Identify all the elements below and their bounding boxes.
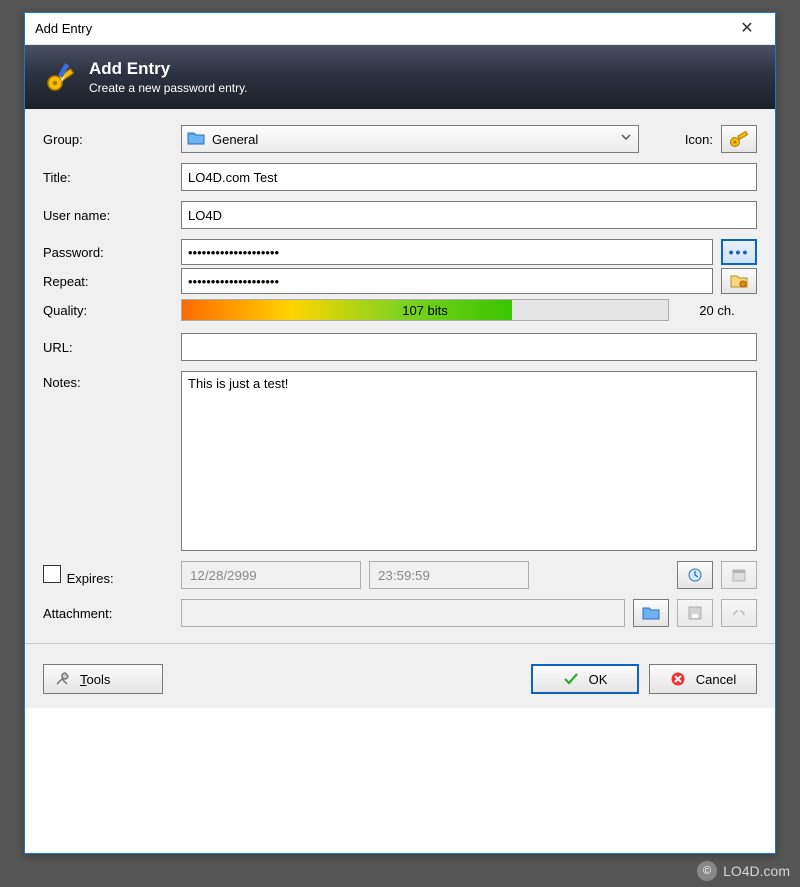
ok-button[interactable]: OK	[531, 664, 639, 694]
header-band: Add Entry Create a new password entry.	[25, 45, 775, 109]
notes-label: Notes:	[43, 371, 173, 390]
generate-password-button[interactable]	[721, 268, 757, 294]
expires-checkbox[interactable]	[43, 565, 61, 583]
attach-save-button	[677, 599, 713, 627]
tools-button[interactable]: Tools	[43, 664, 163, 694]
disk-icon	[687, 605, 703, 621]
notes-textarea[interactable]	[181, 371, 757, 551]
quality-label: Quality:	[43, 303, 173, 318]
key-icon	[729, 130, 749, 148]
attachment-input[interactable]	[181, 599, 625, 627]
watermark: © LO4D.com	[697, 861, 790, 881]
title-label: Title:	[43, 170, 173, 185]
divider	[25, 643, 775, 644]
toggle-password-button[interactable]: •••	[721, 239, 757, 265]
close-icon[interactable]: ✕	[727, 13, 767, 45]
calendar-button	[721, 561, 757, 589]
quality-bar: 107 bits	[181, 299, 669, 321]
calendar-icon	[731, 567, 747, 583]
cancel-icon	[670, 671, 686, 687]
folder-gear-icon	[730, 273, 748, 289]
cancel-button[interactable]: Cancel	[649, 664, 757, 694]
char-count: 20 ch.	[677, 303, 757, 318]
url-input[interactable]	[181, 333, 757, 361]
clock-preset-button[interactable]	[677, 561, 713, 589]
expires-date-input[interactable]	[181, 561, 361, 589]
footer: Tools OK Cancel	[25, 654, 775, 708]
icon-label: Icon:	[665, 132, 713, 147]
title-input[interactable]	[181, 163, 757, 191]
window-title: Add Entry	[35, 21, 727, 36]
url-label: URL:	[43, 340, 173, 355]
username-input[interactable]	[181, 201, 757, 229]
expires-time-input[interactable]	[369, 561, 529, 589]
check-icon	[563, 671, 579, 687]
link-remove-icon	[731, 605, 747, 621]
form-body: Group: General Icon:	[25, 109, 775, 654]
dots-icon: •••	[729, 244, 750, 260]
repeat-label: Repeat:	[43, 274, 173, 289]
folder-open-icon	[642, 605, 660, 621]
repeat-input[interactable]	[181, 268, 713, 294]
quality-text: 107 bits	[182, 303, 668, 318]
group-select[interactable]: General	[181, 125, 639, 153]
header-subtitle: Create a new password entry.	[89, 81, 248, 95]
add-entry-dialog: Add Entry ✕ Add Entry Create a new passw…	[24, 12, 776, 854]
group-label: Group:	[43, 132, 173, 147]
attach-remove-button	[721, 599, 757, 627]
icon-picker-button[interactable]	[721, 125, 757, 153]
expires-label: Expires:	[43, 565, 173, 586]
password-input[interactable]	[181, 239, 713, 265]
password-label: Password:	[43, 245, 173, 260]
attach-open-button[interactable]	[633, 599, 669, 627]
key-pencil-icon	[43, 59, 79, 95]
header-title: Add Entry	[89, 59, 248, 79]
tools-icon	[54, 671, 70, 687]
watermark-badge-icon: ©	[697, 861, 717, 881]
clock-icon	[687, 567, 703, 583]
titlebar: Add Entry ✕	[25, 13, 775, 45]
username-label: User name:	[43, 208, 173, 223]
attachment-label: Attachment:	[43, 606, 173, 621]
